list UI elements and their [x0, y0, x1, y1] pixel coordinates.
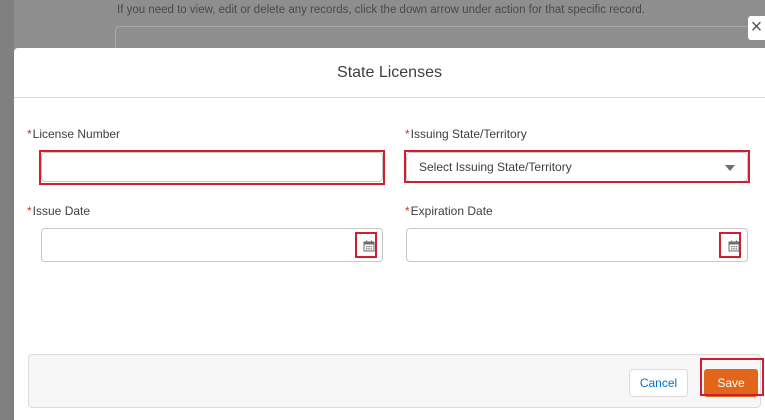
- required-marker: *: [27, 127, 32, 141]
- issue-date-label: *Issue Date: [27, 204, 90, 218]
- license-number-label-text: License Number: [32, 127, 121, 141]
- expiration-date-label-text: Expiration Date: [410, 204, 493, 218]
- issuing-state-label-text: Issuing State/Territory: [410, 127, 527, 141]
- issuing-state-label: *Issuing State/Territory: [405, 127, 527, 141]
- state-licenses-modal: State Licenses *License Number *Issuing …: [14, 48, 765, 420]
- issuing-state-highlight: [404, 150, 750, 183]
- cancel-button[interactable]: Cancel: [629, 369, 688, 397]
- license-number-highlight: [39, 150, 385, 185]
- expiration-date-label: *Expiration Date: [405, 204, 493, 218]
- required-marker: *: [405, 127, 410, 141]
- expiration-date-input[interactable]: [406, 228, 748, 262]
- issue-date-input[interactable]: [41, 228, 383, 262]
- modal-footer: Cancel Save: [28, 354, 761, 408]
- required-marker: *: [27, 204, 32, 218]
- issue-date-calendar-highlight: [355, 232, 377, 258]
- issue-date-label-text: Issue Date: [32, 204, 91, 218]
- close-icon[interactable]: ×: [748, 16, 765, 40]
- required-marker: *: [405, 204, 410, 218]
- license-number-label: *License Number: [27, 127, 120, 141]
- expiration-date-calendar-highlight: [719, 232, 741, 258]
- save-button-highlight: [700, 358, 764, 396]
- background-instruction-text: If you need to view, edit or delete any …: [117, 4, 645, 16]
- modal-title: State Licenses: [14, 48, 765, 98]
- background-records-box: [115, 26, 765, 50]
